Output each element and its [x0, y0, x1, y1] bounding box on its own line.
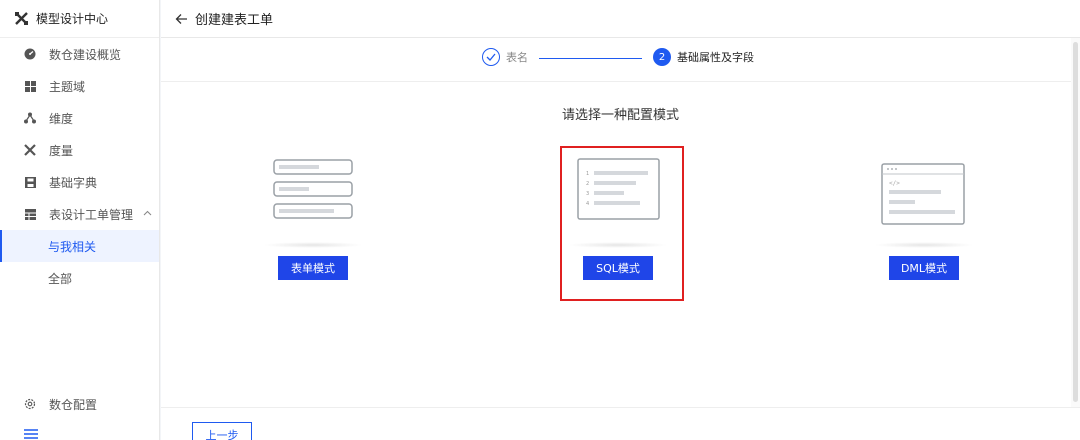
option-form-mode[interactable]: 表单模式: [253, 152, 373, 292]
sidebar-item-measure[interactable]: 度量: [0, 134, 159, 166]
stepper: 表名 2 基础属性及字段: [161, 38, 1080, 82]
page-footer: 上一步: [161, 407, 1080, 440]
previous-step-button[interactable]: 上一步: [192, 422, 252, 440]
step-label: 表名: [506, 51, 528, 64]
sidebar-item-overview[interactable]: 数仓建设概览: [0, 38, 159, 70]
step-connector: [539, 58, 642, 59]
sidebar-item-label: 度量: [49, 143, 74, 158]
page-title: 创建建表工单: [195, 13, 274, 28]
sidebar-item-label: 数仓配置: [49, 397, 98, 412]
save-icon: [24, 176, 36, 188]
menu-collapse-icon[interactable]: [24, 428, 38, 439]
grid-icon: [24, 80, 36, 92]
step-label: 基础属性及字段: [677, 51, 754, 64]
sidebar-item-label: 维度: [49, 111, 74, 126]
sidebar-item-label: 数仓建设概览: [49, 47, 122, 62]
sidebar-item-related-to-me[interactable]: 与我相关: [0, 230, 159, 262]
brand-title: 模型设计中心: [36, 12, 109, 26]
form-illustration-icon: [253, 152, 373, 242]
sidebar-item-warehouse-config[interactable]: 数仓配置: [0, 388, 160, 420]
sidebar-item-subject[interactable]: 主题域: [0, 70, 159, 102]
code-icon: </>: [889, 180, 900, 187]
page-header: 创建建表工单: [161, 0, 1080, 38]
option-dml-mode[interactable]: </> DML模式: [864, 152, 984, 292]
step-table-name[interactable]: 表名: [482, 48, 528, 66]
tools-icon: [14, 12, 28, 26]
sidebar-bottom: 数仓配置: [0, 388, 160, 420]
sidebar-item-label: 与我相关: [48, 239, 97, 254]
tools-icon: [24, 144, 36, 156]
scrollbar-thumb[interactable]: [1073, 42, 1078, 402]
selection-highlight: [560, 146, 684, 301]
sidebar-item-dimension[interactable]: 维度: [0, 102, 159, 134]
check-icon: [482, 48, 500, 66]
sidebar-item-label: 基础字典: [49, 175, 98, 190]
illustration-shadow: [263, 242, 363, 248]
sidebar-item-table-design[interactable]: 表设计工单管理: [0, 198, 159, 230]
sidebar-item-dictionary[interactable]: 基础字典: [0, 166, 159, 198]
gear-icon: [24, 398, 36, 410]
dashboard-icon: [24, 48, 36, 60]
sidebar-item-label: 表设计工单管理: [49, 207, 134, 222]
arrow-left-icon[interactable]: [175, 12, 189, 26]
hierarchy-icon: [24, 112, 36, 124]
brand[interactable]: 模型设计中心: [0, 0, 159, 38]
sidebar-item-label: 全部: [48, 271, 73, 286]
chevron-up-icon[interactable]: [143, 209, 153, 219]
sidebar-item-all[interactable]: 全部: [0, 262, 159, 294]
illustration-shadow: [874, 242, 974, 248]
sidebar: 模型设计中心 数仓建设概览 主题域 维度 度量 基础字典 表设计工单管理 与我相…: [0, 0, 160, 440]
mode-prompt: 请选择一种配置模式: [561, 108, 679, 123]
vertical-scrollbar[interactable]: [1071, 38, 1080, 407]
dml-illustration-icon: </>: [864, 152, 984, 242]
step-number: 2: [653, 48, 671, 66]
form-mode-button[interactable]: 表单模式: [278, 256, 348, 280]
sidebar-item-label: 主题域: [49, 79, 86, 94]
step-basic-attributes[interactable]: 2 基础属性及字段: [653, 48, 754, 66]
table-icon: [24, 208, 36, 220]
dml-mode-button[interactable]: DML模式: [889, 256, 959, 280]
mode-selection-panel: 请选择一种配置模式 表单模式 1 2 3 4 SQL模式 </> DML模式: [161, 82, 1080, 407]
